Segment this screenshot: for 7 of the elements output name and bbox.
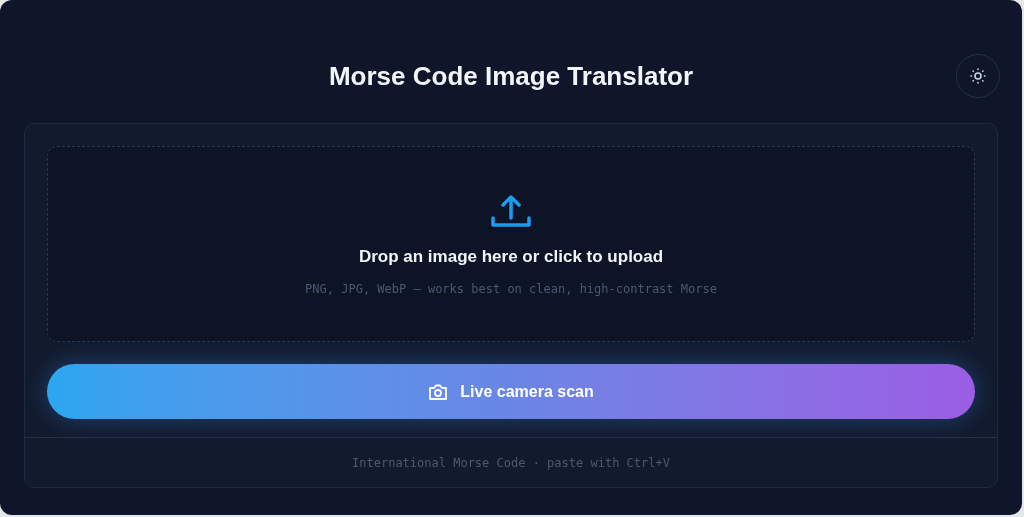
file-hint: PNG, JPG, WebP — works best on clean, high-contrast Morse <box>305 280 717 298</box>
camera-icon <box>428 382 449 401</box>
drop-heading: Drop an image here or click to upload <box>358 246 664 269</box>
page-title: Morse Code Image Translator <box>328 60 694 93</box>
footer-note: International Morse Code · paste with Ctrl+V <box>352 454 670 472</box>
sun-icon <box>970 68 986 84</box>
drop-zone[interactable]: Drop an image here or click to upload PNG, JPG, WebP — works best on clean, high-contrast Morse <box>47 146 975 342</box>
